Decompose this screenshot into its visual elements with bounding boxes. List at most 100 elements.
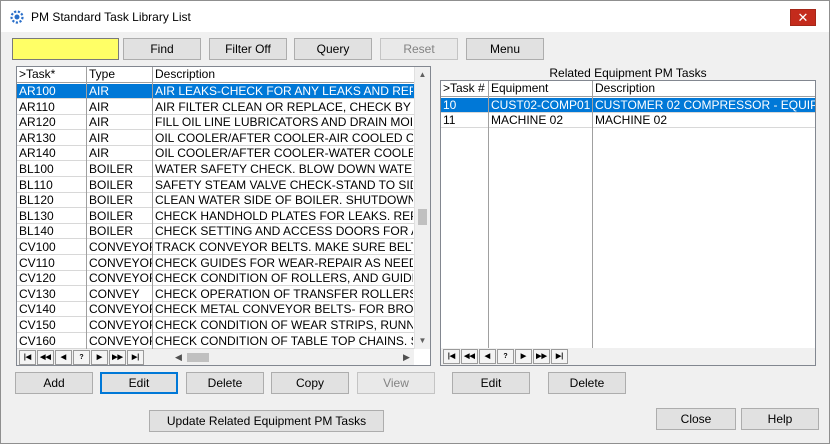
next-page-icon[interactable]: ▶▶ xyxy=(533,349,550,364)
column-divider xyxy=(488,81,489,349)
cell-desc: FILL OIL LINE LUBRICATORS AND DRAIN MOIS… xyxy=(155,115,413,130)
find-record-icon[interactable]: ? xyxy=(73,350,90,365)
help-button[interactable]: Help xyxy=(741,408,819,430)
table-row[interactable]: CV160 CONVEYOR CHECK CONDITION OF TABLE TO… xyxy=(17,334,414,349)
column-header-type[interactable]: Type xyxy=(87,67,153,82)
table-row[interactable]: BL130 BOILER CHECK HANDHOLD PLATES FOR LEA… xyxy=(17,209,414,224)
cell-type: BOILER xyxy=(89,208,134,223)
table-row[interactable]: BL120 BOILER CLEAN WATER SIDE OF BOILER. S… xyxy=(17,193,414,209)
table-row[interactable]: AR100 AIR AIR LEAKS-CHECK FOR ANY LEAKS AN… xyxy=(17,84,414,99)
next-record-icon[interactable]: ▶ xyxy=(515,349,532,364)
menu-button[interactable]: Menu xyxy=(466,38,544,60)
cell-type: CONVEYOR xyxy=(89,333,153,348)
prev-page-icon[interactable]: ◀◀ xyxy=(37,350,54,365)
next-page-icon[interactable]: ▶▶ xyxy=(109,350,126,365)
related-equipment-grid: >Task # Equipment Description 10 CUST02-C… xyxy=(440,80,816,366)
delete-button[interactable]: Delete xyxy=(186,372,264,394)
table-row[interactable]: CV100 CONVEYOR TRACK CONVEYOR BELTS. MAKE … xyxy=(17,240,414,255)
table-row[interactable]: AR120 AIR FILL OIL LINE LUBRICATORS AND DR… xyxy=(17,115,414,131)
scroll-left-icon[interactable]: ◀ xyxy=(175,352,182,363)
column-header-rel-description[interactable]: Description xyxy=(593,81,815,96)
cell-task: AR110 xyxy=(19,99,55,114)
scroll-right-icon[interactable]: ▶ xyxy=(403,352,410,363)
related-delete-button[interactable]: Delete xyxy=(548,372,626,394)
column-divider xyxy=(592,81,593,349)
filter-off-button[interactable]: Filter Off xyxy=(209,38,287,60)
cell-num: 11 xyxy=(443,113,456,127)
window-title: PM Standard Task Library List xyxy=(31,10,191,24)
cell-task: BL130 xyxy=(19,208,54,223)
query-button[interactable]: Query xyxy=(294,38,372,60)
horizontal-scroll-thumb[interactable] xyxy=(187,353,209,362)
prev-record-icon[interactable]: ◀ xyxy=(55,350,72,365)
cell-type: AIR xyxy=(89,130,110,145)
cell-num: 10 xyxy=(443,98,457,112)
scroll-down-icon[interactable]: ▼ xyxy=(415,333,430,349)
cell-type: CONVEYOR xyxy=(89,318,153,332)
table-row[interactable]: BL110 BOILER SAFETY STEAM VALVE CHECK-STAN… xyxy=(17,178,414,193)
update-related-button[interactable]: Update Related Equipment PM Tasks xyxy=(149,410,384,432)
cell-desc: OIL COOLER/AFTER COOLER-WATER COOLED. S xyxy=(155,146,413,161)
cell-desc: MACHINE 02 xyxy=(595,113,668,127)
cell-task: CV140 xyxy=(19,302,56,317)
related-edit-button[interactable]: Edit xyxy=(452,372,530,394)
cell-task: CV110 xyxy=(19,255,55,270)
prev-page-icon[interactable]: ◀◀ xyxy=(461,349,478,364)
table-row[interactable]: CV150 CONVEYOR CHECK CONDITION OF WEAR STR… xyxy=(17,318,414,333)
cell-task: CV120 xyxy=(19,271,56,286)
find-button[interactable]: Find xyxy=(123,38,201,60)
cell-type: BOILER xyxy=(89,193,134,208)
cell-task: BL100 xyxy=(19,162,54,176)
cell-task: CV130 xyxy=(19,286,56,301)
table-row[interactable]: AR130 AIR OIL COOLER/AFTER COOLER-AIR COOL… xyxy=(17,131,414,146)
cell-task: BL140 xyxy=(19,224,54,239)
table-row[interactable]: AR110 AIR AIR FILTER CLEAN OR REPLACE, CHE… xyxy=(17,100,414,115)
last-record-icon[interactable]: ▶| xyxy=(127,350,144,365)
table-row[interactable]: CV140 CONVEYOR CHECK METAL CONVEYOR BELTS-… xyxy=(17,302,414,318)
table-row[interactable]: 11 MACHINE 02 MACHINE 02 xyxy=(441,113,815,128)
scroll-up-icon[interactable]: ▲ xyxy=(415,67,430,83)
scroll-thumb[interactable] xyxy=(418,209,427,225)
cell-task: AR140 xyxy=(19,146,56,161)
table-row[interactable]: CV120 CONVEYOR CHECK CONDITION OF ROLLERS,… xyxy=(17,271,414,287)
column-header-description[interactable]: Description xyxy=(153,67,413,82)
column-divider xyxy=(86,67,87,350)
table-row[interactable]: 10 CUST02-COMP01 CUSTOMER 02 COMPRESSOR - … xyxy=(441,98,815,113)
add-button[interactable]: Add xyxy=(15,372,93,394)
column-header-task-number[interactable]: >Task # xyxy=(441,81,489,96)
related-grid-scrollbar[interactable]: |◀ ◀◀ ◀? ▶ ▶▶ ▶| xyxy=(441,348,815,365)
first-record-icon[interactable]: |◀ xyxy=(19,350,36,365)
close-button[interactable]: Close xyxy=(656,408,736,430)
copy-button[interactable]: Copy xyxy=(271,372,349,394)
close-window-icon[interactable]: ✕ xyxy=(790,9,816,26)
cell-type: CONVEYOR xyxy=(89,240,153,254)
table-row[interactable]: CV130 CONVEY CHECK OPERATION OF TRANSFER R… xyxy=(17,287,414,302)
cell-type: CONVEYOR xyxy=(89,255,153,270)
search-input[interactable] xyxy=(12,38,119,60)
last-record-icon[interactable]: ▶| xyxy=(551,349,568,364)
table-row[interactable]: AR140 AIR OIL COOLER/AFTER COOLER-WATER CO… xyxy=(17,146,414,162)
cell-equip: MACHINE 02 xyxy=(491,113,564,127)
cell-desc: CHECK METAL CONVEYOR BELTS- FOR BROKEN xyxy=(155,302,413,317)
cell-task: CV100 xyxy=(19,240,56,254)
cell-desc: CUSTOMER 02 COMPRESSOR - EQUIPMEN xyxy=(595,98,815,112)
task-grid-vertical-scrollbar[interactable]: ▲ ▼ xyxy=(414,67,430,349)
first-record-icon[interactable]: |◀ xyxy=(443,349,460,364)
edit-button[interactable]: Edit xyxy=(100,372,178,394)
table-row[interactable]: CV110 CONVEYOR CHECK GUIDES FOR WEAR-REPAI… xyxy=(17,256,414,271)
prev-record-icon[interactable]: ◀ xyxy=(479,349,496,364)
column-header-task[interactable]: >Task* xyxy=(17,67,87,82)
reset-button[interactable]: Reset xyxy=(380,38,458,60)
next-record-icon[interactable]: ▶ xyxy=(91,350,108,365)
cell-desc: AIR FILTER CLEAN OR REPLACE, CHECK BY HO… xyxy=(155,99,413,114)
column-header-equipment[interactable]: Equipment xyxy=(489,81,593,96)
table-row[interactable]: BL100 BOILER WATER SAFETY CHECK. BLOW DOWN… xyxy=(17,162,414,177)
task-grid-horizontal-scrollbar[interactable]: |◀ ◀◀ ◀? ▶ ▶▶ ▶| ◀ ▶ xyxy=(17,349,414,365)
cell-type: BOILER xyxy=(89,162,134,176)
find-record-icon[interactable]: ? xyxy=(497,349,514,364)
cell-type: CONVEYOR xyxy=(89,271,153,286)
view-button[interactable]: View xyxy=(357,372,435,394)
cell-desc: CHECK CONDITION OF TABLE TOP CHAINS. SPR xyxy=(155,333,413,348)
cell-type: CONVEYOR xyxy=(89,302,153,317)
table-row[interactable]: BL140 BOILER CHECK SETTING AND ACCESS DOOR… xyxy=(17,224,414,240)
